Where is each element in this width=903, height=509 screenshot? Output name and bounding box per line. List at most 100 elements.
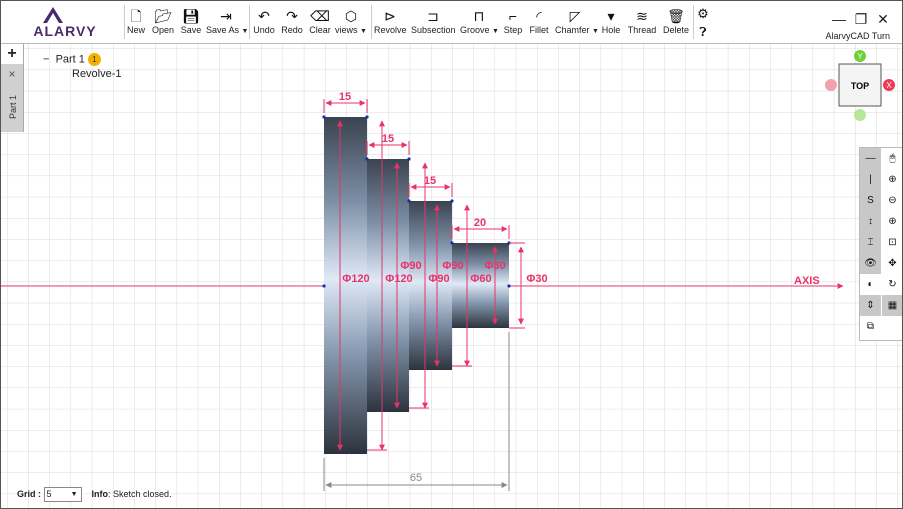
- visibility-tool[interactable]: 👁︎: [860, 253, 881, 274]
- zoom-window-icon: ⊡: [888, 237, 897, 248]
- logo-text: ALARVY: [33, 23, 96, 39]
- step-3[interactable]: [409, 201, 452, 370]
- contrast-tool[interactable]: ◐: [860, 274, 881, 295]
- groove-icon: ⊓: [473, 8, 485, 24]
- diameter-dim-8: Φ30: [526, 273, 547, 285]
- new-file-icon: 🗋: [130, 8, 142, 24]
- x-neg-handle[interactable]: [825, 79, 837, 91]
- part-tab[interactable]: Part 1: [1, 84, 23, 132]
- width-dim-2: 15: [382, 133, 394, 145]
- grid-tool[interactable]: ▦: [882, 295, 902, 316]
- grid-label: Grid :: [17, 488, 41, 499]
- step-icon: ⌐: [508, 8, 518, 24]
- groove-button[interactable]: ⊓ Groove ▼: [460, 7, 499, 39]
- undo-button[interactable]: ↶ Undo: [253, 7, 275, 39]
- chevron-down-icon: ▼: [241, 28, 249, 35]
- save-as-button[interactable]: ⇥ Save As ▼: [206, 7, 249, 39]
- expand-tool[interactable]: ⇕: [860, 295, 881, 316]
- zoom-in-tool[interactable]: ⊕: [882, 169, 902, 190]
- views-button[interactable]: ⬡ views ▼: [335, 7, 367, 39]
- vertical-line-tool[interactable]: |: [860, 169, 881, 190]
- clear-button[interactable]: ⌫ Clear: [309, 7, 331, 39]
- spline-tool[interactable]: S: [860, 190, 881, 211]
- main-toolbar: ALARVY 🗋 New 📂︎ Open 💾︎ Save ⇥ Save As ▼ ↶ Un…: [1, 1, 902, 44]
- pan-tool[interactable]: ✥: [882, 253, 902, 274]
- feature-tree: − Part 1 1 Revolve-1: [43, 53, 122, 80]
- zoom-out-icon: ⊖: [888, 195, 897, 206]
- mouse-tool[interactable]: 🖱︎: [882, 148, 902, 169]
- rotate-tool[interactable]: ↻: [882, 274, 902, 295]
- chamfer-icon: ◸: [569, 8, 581, 24]
- expand-icon: ⇕: [866, 300, 875, 311]
- alarvy-logo: ALARVY: [15, 5, 115, 39]
- chevron-down-icon: ▼: [360, 28, 367, 35]
- y-neg-handle[interactable]: [854, 109, 866, 121]
- zoom-in-icon: ⊕: [888, 174, 897, 185]
- step-4[interactable]: [452, 243, 509, 328]
- fillet-button[interactable]: ◜ Fillet: [528, 7, 550, 39]
- hole-button[interactable]: ▾ Hole: [600, 7, 622, 39]
- zoom-fit-tool[interactable]: ⊕: [882, 211, 902, 232]
- subsection-button[interactable]: ⊐ Subsection: [411, 7, 456, 39]
- axis-label: AXIS: [794, 275, 820, 287]
- undo-icon: ↶: [258, 8, 270, 24]
- chevron-down-icon: ▼: [592, 28, 599, 35]
- part-count-badge: 1: [87, 53, 101, 66]
- tree-item-revolve[interactable]: Revolve-1: [72, 68, 122, 80]
- step-button[interactable]: ⌐ Step: [502, 7, 524, 39]
- grid-select[interactable]: 5 ▼: [43, 487, 82, 502]
- thread-button[interactable]: ≋ Thread: [627, 7, 657, 39]
- app-window: AXIS 15 15 15 20 Φ120 Φ120 Φ90 Φ90 Φ90 Φ…: [0, 0, 903, 509]
- tree-item-part[interactable]: − Part 1 1: [43, 53, 122, 66]
- fillet-icon: ◜: [536, 8, 542, 24]
- svg-text:X: X: [886, 81, 892, 90]
- zoom-window-tool[interactable]: ⊡: [882, 232, 902, 253]
- add-part-button[interactable]: +: [1, 44, 23, 64]
- layers-tool[interactable]: ⧉: [860, 316, 881, 337]
- width-dim-1: 15: [339, 91, 351, 103]
- view-cube[interactable]: TOP Y X: [823, 49, 899, 123]
- step-2[interactable]: [367, 159, 409, 412]
- help-icon: ❓︎: [699, 25, 707, 39]
- app-title: AlarvyCAD Turn: [825, 31, 890, 41]
- height-icon: ⌶: [867, 237, 874, 248]
- cube-face-label: TOP: [851, 81, 869, 91]
- diameter-dim-6: Φ60: [470, 273, 491, 285]
- vertical-arrows-icon: ↕: [868, 216, 873, 227]
- close-part-button[interactable]: ×: [1, 66, 23, 82]
- horizontal-line-tool[interactable]: —: [860, 148, 881, 169]
- total-length-dim: 65: [410, 472, 422, 484]
- collapse-icon[interactable]: −: [43, 53, 49, 65]
- open-button[interactable]: 📂︎ Open: [151, 7, 175, 39]
- diameter-dim-7: Φ30: [484, 260, 505, 272]
- chamfer-button[interactable]: ◸ Chamfer ▼: [555, 7, 599, 39]
- view-tools: — 🖱︎ | ⊕ S ⊖ ↕ ⊕ ⌶ ⊡ 👁︎ ✥ ◐ ↻ ⇕ ▦ ⧉: [859, 147, 902, 341]
- canvas-svg: AXIS 15 15 15 20 Φ120 Φ120 Φ90 Φ90 Φ90 Φ…: [1, 44, 902, 508]
- folder-open-icon: 📂︎: [154, 8, 172, 24]
- revolve-button[interactable]: ⊳ Revolve: [374, 7, 407, 39]
- minimize-button[interactable]: —: [830, 11, 848, 27]
- redo-icon: ↷: [286, 8, 298, 24]
- step-1[interactable]: [324, 117, 367, 454]
- close-button[interactable]: ✕: [874, 11, 892, 28]
- drawing-canvas[interactable]: AXIS 15 15 15 20 Φ120 Φ120 Φ90 Φ90 Φ90 Φ…: [1, 44, 902, 508]
- vertical-dim-tool[interactable]: ↕: [860, 211, 881, 232]
- subsection-icon: ⊐: [427, 8, 439, 24]
- height-dim-tool[interactable]: ⌶: [860, 232, 881, 253]
- redo-button[interactable]: ↷ Redo: [281, 7, 303, 39]
- diameter-dim-2: Φ120: [385, 273, 412, 285]
- minimize-icon: —: [832, 11, 846, 27]
- new-button[interactable]: 🗋 New: [126, 7, 146, 39]
- rotate-icon: ↻: [888, 279, 897, 290]
- save-button[interactable]: 💾︎ Save: [180, 7, 202, 39]
- thread-icon: ≋: [636, 8, 648, 24]
- left-tab-strip: + × Part 1: [1, 44, 24, 132]
- delete-button[interactable]: 🗑︎ Delete: [662, 7, 690, 39]
- revolve-icon: ⊳: [384, 8, 396, 24]
- zoom-out-tool[interactable]: ⊖: [882, 190, 902, 211]
- info-text: : Sketch closed.: [108, 488, 172, 499]
- help-button[interactable]: ❓︎: [696, 23, 710, 55]
- cube-icon: ⬡: [344, 8, 358, 24]
- restore-button[interactable]: ❐: [852, 11, 870, 28]
- save-as-icon: ⇥: [220, 8, 232, 24]
